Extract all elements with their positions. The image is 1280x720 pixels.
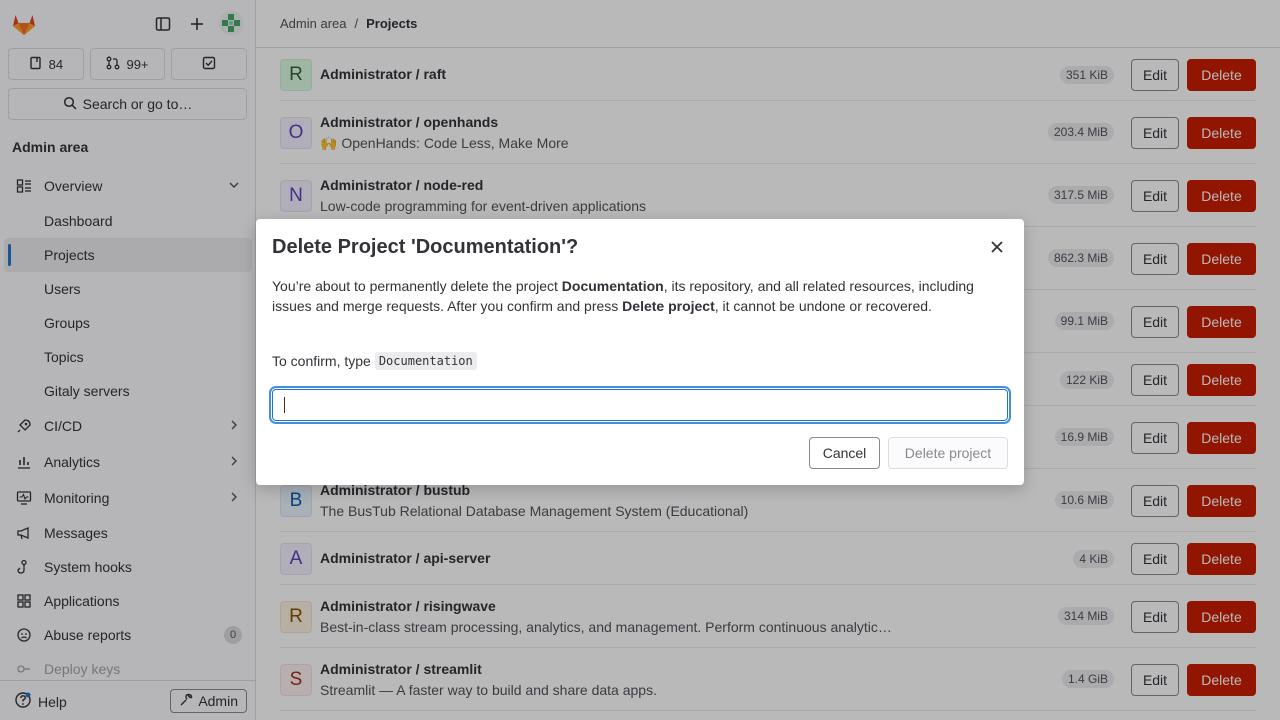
- cancel-button[interactable]: Cancel: [809, 437, 880, 469]
- modal-body-text: , it cannot be undone or recovered.: [714, 298, 932, 314]
- delete-project-modal: Delete Project 'Documentation'? You’re a…: [256, 219, 1024, 485]
- modal-title: Delete Project 'Documentation'?: [272, 236, 579, 258]
- close-icon[interactable]: [988, 238, 1006, 256]
- confirm-instruction: To confirm, type Documentation: [272, 352, 477, 370]
- modal-body-text: You’re about to permanently delete the p…: [272, 278, 562, 294]
- confirm-code: Documentation: [374, 352, 477, 370]
- modal-body: You’re about to permanently delete the p…: [272, 276, 992, 316]
- modal-body-project: Documentation: [561, 278, 664, 294]
- text-caret: [284, 397, 285, 413]
- confirm-prefix: To confirm, type: [272, 353, 371, 369]
- delete-project-button[interactable]: Delete project: [888, 437, 1008, 469]
- confirm-project-name-input[interactable]: [272, 389, 1008, 421]
- modal-body-action: Delete project: [622, 298, 715, 314]
